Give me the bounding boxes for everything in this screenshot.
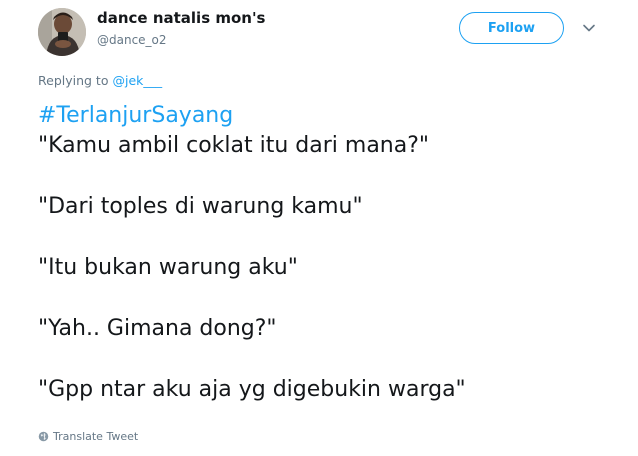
replying-to-label: Replying to [38, 73, 109, 88]
user-handle[interactable]: @dance_o2 [97, 33, 167, 47]
translate-tweet-link[interactable]: Translate Tweet [38, 430, 138, 443]
chevron-down-icon[interactable] [581, 20, 597, 36]
reply-handle-link[interactable]: @jek___ [112, 73, 162, 88]
tweet-line: "Dari toples di warung kamu" [38, 194, 363, 219]
avatar[interactable] [38, 8, 86, 56]
tweet-line: "Gpp ntar aku aja yg digebukin warga" [38, 377, 466, 402]
replying-to: Replying to @jek___ [38, 73, 162, 88]
hashtag-link[interactable]: #TerlanjurSayang [38, 101, 618, 131]
tweet-line: "Yah.. Gimana dong?" [38, 316, 277, 341]
follow-button[interactable]: Follow [459, 12, 564, 44]
tweet-line: "Kamu ambil coklat itu dari mana?" [38, 133, 430, 158]
display-name[interactable]: dance natalis mon's [97, 9, 266, 27]
tweet-text: #TerlanjurSayang "Kamu ambil coklat itu … [38, 101, 618, 405]
globe-icon [38, 431, 49, 442]
translate-label: Translate Tweet [53, 430, 139, 443]
avatar-photo [38, 8, 86, 56]
tweet-line: "Itu bukan warung aku" [38, 255, 298, 280]
